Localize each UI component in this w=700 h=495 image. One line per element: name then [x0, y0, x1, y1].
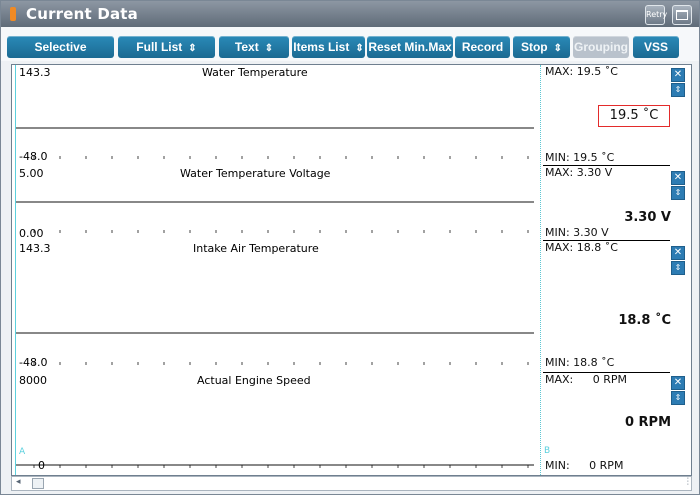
full-list-label: Full List: [136, 40, 183, 54]
data-panel: 143.3 Water Temperature -48.0 MAX: 19.5 …: [11, 64, 692, 476]
stop-label: Stop: [520, 40, 548, 54]
max-label: MAX:: [545, 373, 574, 386]
maximize-button[interactable]: [672, 5, 692, 25]
min-label: MIN:: [545, 459, 570, 472]
move-icon[interactable]: ⇕: [671, 186, 685, 200]
close-icon[interactable]: ✕: [671, 68, 685, 82]
channel-water-temperature-voltage: 5.00 Water Temperature Voltage 0.00 MAX:…: [12, 166, 691, 241]
updown-icon: ⇕: [553, 43, 563, 54]
water-temperature-voltage-max: MAX: 3.30 V: [545, 166, 612, 179]
actual-engine-speed-bottom-label: 0: [38, 459, 45, 472]
channel-water-temperature: 143.3 Water Temperature -48.0 MAX: 19.5 …: [12, 65, 691, 166]
intake-air-temperature-name: Intake Air Temperature: [193, 242, 319, 255]
vss-button[interactable]: VSS: [633, 36, 679, 58]
close-icon[interactable]: ✕: [671, 246, 685, 260]
min-label: MIN:: [545, 226, 570, 239]
a-cursor-label: A: [19, 447, 26, 457]
intake-air-temperature-bottom-label: -48.0: [19, 356, 48, 369]
min-value: 0 RPM: [589, 459, 624, 472]
current-data-window: Current Data Retry Selective Display⇕ Fu…: [0, 0, 700, 495]
items-list-button[interactable]: Items List ⇕: [292, 36, 365, 58]
intake-air-temperature-current: 18.8 ˚C: [618, 313, 671, 328]
updown-icon: ⇕: [188, 43, 197, 54]
actual-engine-speed-current: 0 RPM: [624, 415, 671, 430]
actual-engine-speed-max: MAX: 0 RPM: [545, 373, 627, 386]
grouping-button[interactable]: Grouping: [573, 36, 629, 58]
resize-grip-icon[interactable]: ⫶: [687, 477, 690, 488]
move-icon[interactable]: ⇕: [671, 261, 685, 275]
grouping-label: Grouping: [574, 40, 628, 54]
max-label: MAX:: [545, 65, 574, 78]
water-temperature-voltage-bottom-label: 0.00: [19, 227, 44, 240]
reset-min-max-label: Reset Min.Max: [368, 40, 452, 54]
record-label: Record: [461, 40, 504, 54]
water-temperature-bottom-label: -48.0: [19, 150, 48, 163]
max-label: MAX:: [545, 241, 574, 254]
close-icon[interactable]: ✕: [671, 171, 685, 185]
intake-air-temperature-max: MAX: 18.8 ˚C: [545, 241, 618, 254]
selective-display-button[interactable]: Selective Display⇕: [7, 36, 114, 76]
items-list-label: Items List: [293, 40, 350, 54]
water-temperature-max: MAX: 19.5 ˚C: [545, 65, 618, 78]
retry-button[interactable]: Retry: [645, 5, 668, 25]
min-value: 3.30 V: [573, 226, 609, 239]
min-label: MIN:: [545, 356, 570, 369]
window-title: Current Data: [26, 5, 138, 23]
vss-label: VSS: [643, 40, 668, 54]
water-temperature-top-label: 143.3: [19, 66, 51, 79]
max-label: MAX:: [545, 166, 574, 179]
min-value: 19.5 ˚C: [573, 151, 615, 164]
scroll-left-icon[interactable]: ◂: [16, 477, 21, 487]
window-indicator-icon: [10, 7, 16, 21]
water-temperature-current: 19.5 ˚C: [598, 105, 670, 127]
title-bar: Current Data Retry: [1, 1, 699, 27]
max-value: 0 RPM: [592, 373, 628, 386]
move-icon[interactable]: ⇕: [671, 391, 685, 405]
text-label: Text: [234, 40, 259, 54]
intake-air-temperature-min: MIN: 18.8 ˚C: [545, 356, 614, 369]
text-button[interactable]: Text ⇕: [219, 36, 289, 58]
scroll-thumb[interactable]: [32, 478, 44, 489]
horizontal-scrollbar[interactable]: ◂ ⫶: [11, 476, 692, 491]
full-list-button[interactable]: Full List ⇕: [118, 36, 215, 58]
actual-engine-speed-name: Actual Engine Speed: [197, 374, 311, 387]
min-label: MIN:: [545, 151, 570, 164]
max-value: 18.8 ˚C: [576, 241, 618, 254]
water-temperature-voltage-name: Water Temperature Voltage: [180, 167, 331, 180]
water-temperature-voltage-top-label: 5.00: [19, 167, 44, 180]
updown-icon: ⇕: [355, 43, 364, 54]
water-temperature-name: Water Temperature: [202, 66, 308, 79]
max-value: 3.30 V: [576, 166, 613, 179]
record-button[interactable]: Record: [455, 36, 510, 58]
close-icon[interactable]: ✕: [671, 376, 685, 390]
actual-engine-speed-min: MIN: 0 RPM: [545, 459, 623, 472]
reset-min-max-button[interactable]: Reset Min.Max: [367, 36, 453, 58]
updown-icon: ⇕: [264, 43, 274, 54]
stop-button[interactable]: Stop ⇕: [513, 36, 570, 58]
intake-air-temperature-top-label: 143.3: [19, 242, 51, 255]
channel-actual-engine-speed: 8000 Actual Engine Speed A 0 MAX: 0 RPM …: [12, 373, 691, 475]
maximize-icon: [676, 10, 688, 20]
channel-intake-air-temperature: 143.3 Intake Air Temperature -48.0 MAX: …: [12, 241, 691, 373]
water-temperature-min: MIN: 19.5 ˚C: [545, 151, 614, 164]
min-value: 18.8 ˚C: [573, 356, 615, 369]
b-cursor-label: B: [544, 446, 551, 456]
retry-label: Retry: [646, 10, 668, 19]
water-temperature-voltage-min: MIN: 3.30 V: [545, 226, 609, 239]
actual-engine-speed-top-label: 8000: [19, 374, 47, 387]
water-temperature-voltage-current: 3.30 V: [624, 210, 671, 225]
move-icon[interactable]: ⇕: [671, 83, 685, 97]
toolbar: Selective Display⇕ Full List ⇕ Text ⇕ Item…: [1, 27, 699, 76]
max-value: 19.5 ˚C: [576, 65, 618, 78]
